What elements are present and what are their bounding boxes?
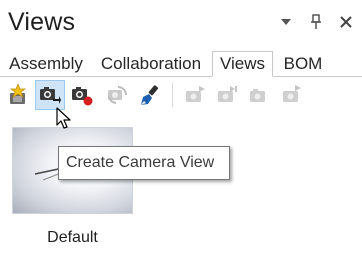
chevron-down-icon[interactable]: [278, 14, 294, 30]
panel-tabs: Assembly Collaboration Views BOM: [0, 51, 362, 77]
camera-icon: [250, 89, 265, 102]
refresh-view-icon: [108, 86, 127, 104]
mouse-cursor-icon: [56, 107, 71, 129]
view-label: Default: [47, 229, 98, 246]
panel-controls: [278, 14, 354, 30]
tab-assembly[interactable]: Assembly: [5, 51, 87, 77]
camera-step-icon: [218, 86, 237, 102]
camera-play-button[interactable]: [180, 80, 210, 110]
create-camera-view-button[interactable]: [35, 80, 65, 110]
panel-title: Views: [8, 8, 76, 36]
tab-collaboration[interactable]: Collaboration: [94, 51, 208, 77]
camera-play-icon: [186, 86, 205, 102]
tooltip: Create Camera View: [58, 146, 230, 180]
views-panel: Views Assembly Collaboration Views BOM D…: [0, 0, 362, 273]
refresh-view-button[interactable]: [102, 80, 132, 110]
views-toolbar: [0, 80, 362, 110]
new-view-button[interactable]: [3, 80, 33, 110]
camera-step-button[interactable]: [212, 80, 242, 110]
clear-paint-icon: [141, 85, 159, 105]
new-view-icon: [9, 84, 27, 104]
tab-views[interactable]: Views: [212, 51, 273, 77]
camera-next-icon: [283, 85, 301, 102]
record-camera-view-button[interactable]: [67, 80, 97, 110]
panel-titlebar: Views: [0, 0, 362, 48]
close-icon[interactable]: [338, 14, 354, 30]
clear-paint-button[interactable]: [135, 80, 165, 110]
toolbar-separator: [172, 83, 173, 107]
record-camera-view-icon: [72, 87, 93, 106]
tab-bom[interactable]: BOM: [278, 51, 328, 77]
camera-next-button[interactable]: [277, 80, 307, 110]
camera-button[interactable]: [244, 80, 274, 110]
pin-icon[interactable]: [308, 14, 324, 30]
create-camera-view-icon: [40, 87, 61, 104]
